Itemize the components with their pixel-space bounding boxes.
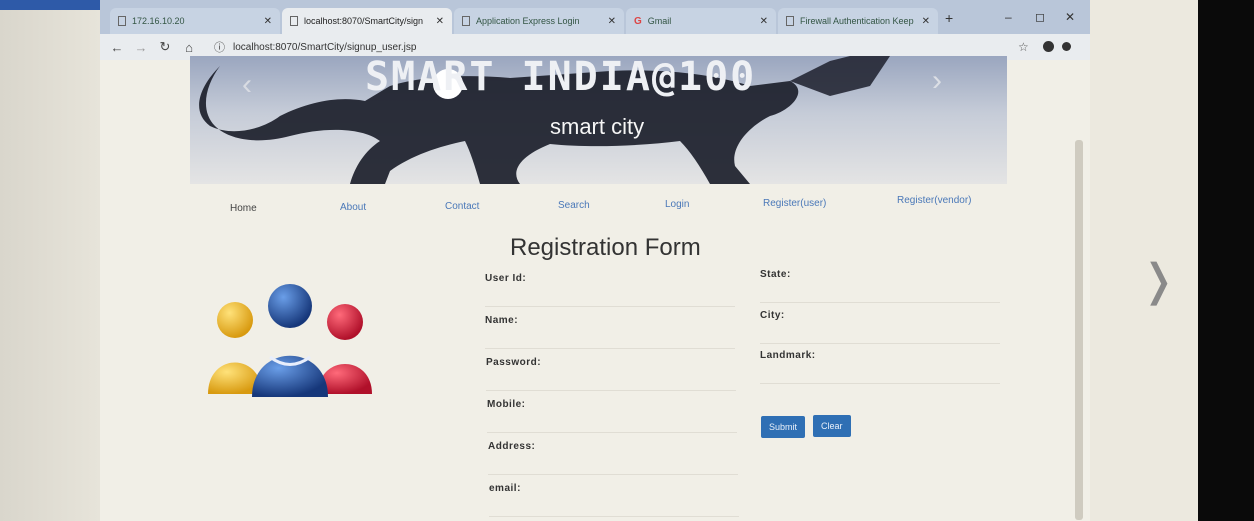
document-icon [786, 16, 794, 26]
tab-strip: 172.16.10.20 ✕ localhost:8070/SmartCity/… [100, 0, 1090, 34]
window-close-button[interactable]: ✕ [1065, 10, 1075, 24]
state-label: State: [760, 269, 791, 280]
nav-about[interactable]: About [340, 202, 366, 213]
user-id-label: User Id: [485, 273, 527, 284]
submit-button[interactable]: Submit [761, 416, 806, 438]
tab-application-express[interactable]: Application Express Login ✕ [454, 8, 624, 34]
close-icon[interactable]: ✕ [608, 16, 616, 27]
close-icon[interactable]: ✕ [436, 16, 444, 27]
address-label: Address: [488, 441, 536, 452]
chevron-right-icon: ❭ [1140, 256, 1177, 305]
tab-smartcity[interactable]: localhost:8070/SmartCity/sign ✕ [282, 8, 452, 34]
back-icon[interactable]: ← [110, 40, 124, 55]
browser-window: 172.16.10.20 ✕ localhost:8070/SmartCity/… [100, 0, 1090, 521]
close-icon[interactable]: ✕ [760, 16, 768, 27]
nav-register-user[interactable]: Register(user) [763, 198, 826, 209]
tab-firewall[interactable]: Firewall Authentication Keep ✕ [778, 8, 938, 34]
close-icon[interactable]: ✕ [922, 16, 930, 27]
clear-button[interactable]: Clear [813, 415, 851, 437]
state-input[interactable] [760, 284, 1000, 303]
minimize-button[interactable]: – [1005, 10, 1012, 24]
google-icon: G [634, 15, 642, 27]
nav-search[interactable]: Search [558, 200, 590, 211]
menu-icon[interactable] [1062, 42, 1071, 51]
nav-home[interactable]: Home [230, 203, 257, 214]
tab-gmail[interactable]: G Gmail ✕ [626, 8, 776, 34]
email-input[interactable] [489, 498, 739, 517]
nav-login[interactable]: Login [665, 199, 689, 210]
monitor-left-edge [0, 0, 100, 521]
nav-contact[interactable]: Contact [445, 201, 479, 212]
carousel-prev-icon[interactable]: ‹ [242, 68, 252, 102]
name-label: Name: [485, 315, 519, 326]
document-icon [290, 16, 298, 26]
user-id-input[interactable] [485, 288, 735, 307]
banner-title: SMART INDIA@100 [365, 56, 757, 100]
extension-icon[interactable] [1043, 41, 1054, 52]
close-icon[interactable]: ✕ [264, 16, 272, 27]
password-input[interactable] [486, 372, 736, 391]
main-nav: Home About Contact Search Login Register… [100, 195, 1090, 215]
new-tab-button[interactable]: + [945, 10, 953, 26]
info-icon[interactable]: ⓘ [214, 39, 225, 55]
mobile-input[interactable] [487, 414, 737, 433]
landmark-label: Landmark: [760, 350, 816, 361]
landmark-input[interactable] [760, 365, 1000, 384]
carousel-next-icon[interactable]: › [932, 64, 942, 98]
tab-172-16-10-20[interactable]: 172.16.10.20 ✕ [110, 8, 280, 34]
name-input[interactable] [485, 330, 735, 349]
url-text[interactable]: localhost:8070/SmartCity/signup_user.jsp [233, 42, 416, 53]
tab-label: 172.16.10.20 [132, 16, 185, 26]
form-title: Registration Form [510, 234, 701, 261]
tab-label: Gmail [647, 16, 672, 26]
banner-subtitle: smart city [550, 114, 645, 139]
document-icon [462, 16, 470, 26]
city-label: City: [760, 310, 785, 321]
address-input[interactable] [488, 456, 738, 475]
password-label: Password: [486, 357, 542, 368]
taskbar-corner [0, 0, 100, 10]
maximize-button[interactable]: ◻ [1035, 10, 1045, 24]
tab-label: Application Express Login [476, 16, 580, 26]
forward-icon[interactable]: → [134, 40, 148, 55]
page-content: ‹ › SMART INDIA@100 smart city Home Abou… [100, 56, 1090, 521]
mobile-label: Mobile: [487, 399, 526, 410]
banner-carousel: ‹ › SMART INDIA@100 smart city [190, 56, 1007, 184]
home-icon[interactable]: ⌂ [182, 40, 196, 55]
star-icon[interactable]: ☆ [1018, 40, 1029, 54]
city-input[interactable] [760, 325, 1000, 344]
tab-label: Firewall Authentication Keep [800, 16, 914, 26]
tab-label: localhost:8070/SmartCity/sign [304, 16, 424, 26]
nav-register-vendor[interactable]: Register(vendor) [897, 195, 971, 206]
users-group-icon [208, 284, 372, 397]
page-scrollbar[interactable] [1075, 140, 1083, 520]
monitor-bezel [1198, 0, 1254, 521]
reload-icon[interactable]: ↻ [158, 39, 172, 55]
email-label: email: [489, 483, 521, 494]
document-icon [118, 16, 126, 26]
